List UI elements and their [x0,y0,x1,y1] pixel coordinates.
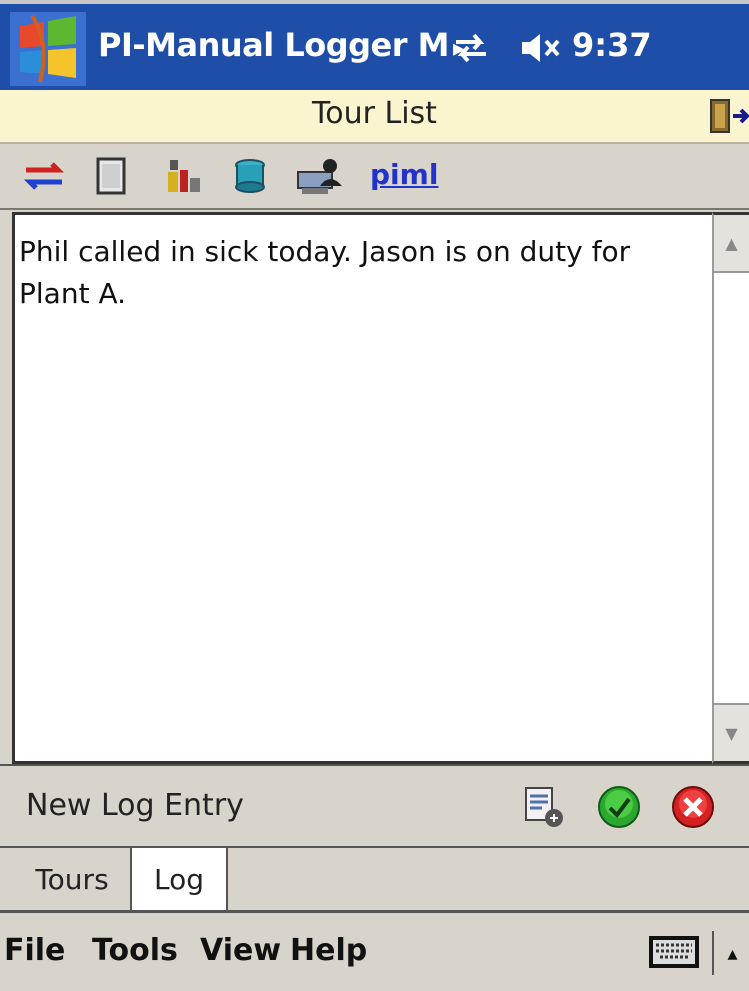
page-title: Tour List [312,96,437,131]
app-title: PI-Manual Logger M ▸ [98,26,465,64]
new-log-entry-label: New Log Entry [26,788,244,823]
toolbar: piml [0,144,749,210]
menu-view[interactable]: View [200,933,281,968]
scroll-down-button[interactable]: ▼ [714,703,749,761]
menu-tools[interactable]: Tools [92,933,178,968]
title-bar: PI-Manual Logger M ▸ 9:37 [0,0,749,90]
tab-log[interactable]: Log [132,848,228,910]
scroll-down-icon: ▼ [725,723,738,743]
tab-bar: Tours Log [0,846,749,910]
document-icon[interactable] [92,156,132,196]
input-panel-arrow[interactable]: ▴ [712,931,749,975]
transfer-icon[interactable] [22,156,66,196]
exit-door-icon[interactable] [705,96,749,136]
vertical-scrollbar[interactable]: ▲ ▼ [712,212,749,764]
user-computer-icon[interactable] [294,156,350,196]
menu-help[interactable]: Help [290,933,367,968]
keyboard-icon[interactable] [648,935,700,969]
scroll-up-button[interactable]: ▲ [714,215,749,273]
database-icon[interactable] [230,156,270,196]
menu-bar: File Tools View Help ▴ [0,910,749,991]
edit-entry-icon[interactable] [520,784,566,830]
scroll-up-icon: ▲ [725,233,738,253]
windows-flag-icon[interactable] [10,12,86,86]
log-text-area[interactable]: Phil called in sick today. Jason is on d… [12,212,712,764]
tools-icon[interactable] [160,156,204,196]
tab-tours[interactable]: Tours [14,848,132,910]
menu-file[interactable]: File [4,933,65,968]
cancel-x-icon[interactable] [670,784,716,830]
speaker-muted-icon[interactable] [518,26,566,70]
piml-link[interactable]: piml [370,158,438,191]
sync-arrows-icon[interactable] [452,30,490,66]
ok-check-icon[interactable] [596,784,642,830]
new-log-entry-bar: New Log Entry [0,764,749,846]
header-bar: Tour List [0,90,749,144]
clock[interactable]: 9:37 [572,26,652,64]
